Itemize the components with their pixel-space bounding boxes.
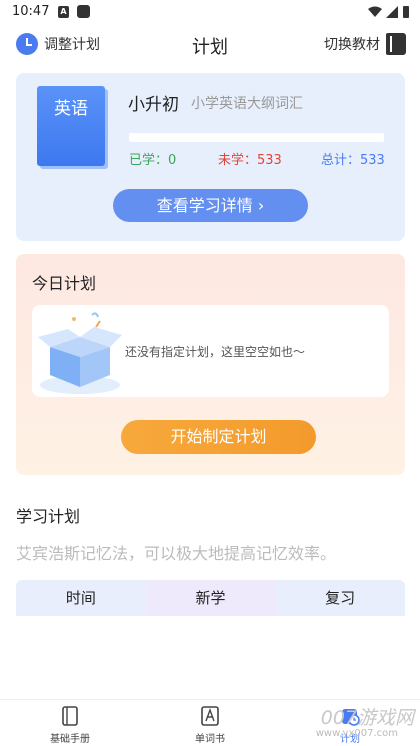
book-icon [386, 33, 406, 55]
study-plan-table-header: 时间 新学 复习 [16, 580, 406, 616]
watermark-logo: 007游戏网 [320, 707, 414, 729]
empty-box-icon [38, 312, 122, 394]
book-card: 英语 小升初 小学英语大纲词汇 已学：0 未学：533 总计：533 查看学习详… [16, 73, 405, 241]
column-new: 新学 [145, 580, 276, 616]
status-bar: 10:47 A [0, 0, 420, 26]
book-cover[interactable]: 英语 [37, 86, 105, 166]
header: 计划 调整计划 切换教材 [0, 26, 420, 66]
column-review: 复习 [275, 580, 406, 616]
today-plan-card: 今日计划 还没有指定计划，这里空空如也～ 开始制定计划 [16, 254, 405, 475]
wifi-icon [368, 6, 382, 17]
switch-textbook-label: 切换教材 [324, 37, 380, 53]
adjust-plan-button[interactable]: 调整计划 [16, 33, 100, 55]
column-time: 时间 [16, 580, 146, 616]
today-plan-title: 今日计划 [32, 274, 97, 293]
total-count: 总计：533 [321, 153, 385, 168]
battery-icon [403, 6, 409, 18]
status-time: 10:47 [12, 4, 50, 19]
unlearned-count: 未学：533 [218, 153, 282, 168]
nav-item-handbook[interactable]: 基础手册 [0, 700, 140, 746]
status-a-icon: A [58, 6, 69, 18]
book-cover-label: 英语 [54, 99, 88, 119]
start-plan-button[interactable]: 开始制定计划 [121, 420, 316, 454]
status-right-icons [368, 5, 410, 18]
nav-item-word-book[interactable]: 单词书 [140, 700, 280, 746]
empty-plan-text: 还没有指定计划，这里空空如也～ [125, 345, 306, 359]
clock-icon [16, 33, 38, 55]
signal-icon [386, 5, 398, 18]
nav-label-word-book: 单词书 [195, 734, 225, 745]
handbook-icon [62, 706, 78, 726]
study-plan-description: 艾宾浩斯记忆法，可以极大地提高记忆效率。 [16, 544, 337, 563]
view-details-button[interactable]: 查看学习详情 › [113, 189, 308, 222]
book-level: 小升初 [128, 95, 179, 115]
book-name: 小学英语大纲词汇 [191, 96, 303, 112]
adjust-plan-label: 调整计划 [44, 37, 100, 53]
status-square-icon [77, 5, 90, 18]
nav-label-handbook: 基础手册 [50, 734, 90, 745]
study-plan-title: 学习计划 [16, 507, 81, 526]
learned-count: 已学：0 [129, 153, 177, 168]
empty-plan-box: 还没有指定计划，这里空空如也～ [32, 305, 389, 397]
switch-textbook-button[interactable]: 切换教材 [324, 33, 406, 55]
progress-bar [129, 133, 384, 142]
word-book-icon [201, 706, 219, 726]
watermark-url: www.yx007.com [315, 728, 398, 739]
